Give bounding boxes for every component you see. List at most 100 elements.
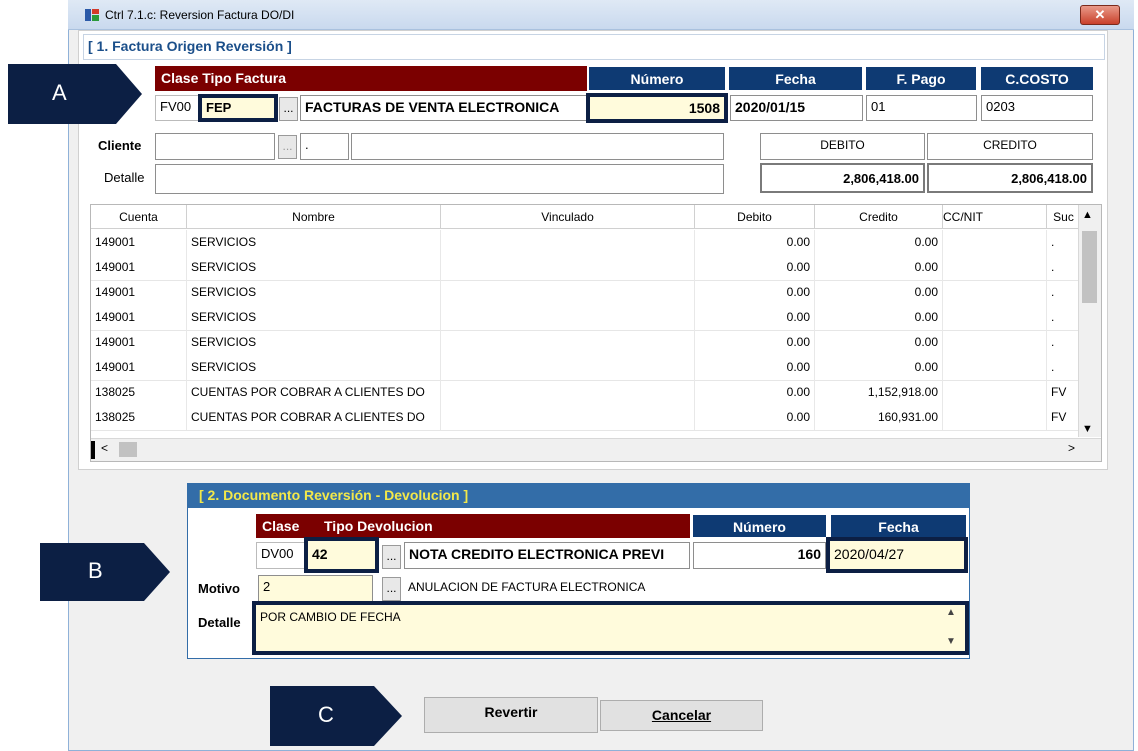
- cell-debito: 0.00: [695, 280, 815, 305]
- window-title: Ctrl 7.1.c: Reversion Factura DO/DI: [105, 8, 295, 22]
- cell-nombre: SERVICIOS: [187, 330, 441, 355]
- tipo-devolucion-field[interactable]: 42: [304, 537, 379, 573]
- cell-cuenta: 149001: [91, 230, 187, 255]
- cell-ccnit: [943, 255, 1047, 280]
- cell-cuenta: 149001: [91, 255, 187, 280]
- column-header-vinculado[interactable]: Vinculado: [441, 205, 695, 229]
- credito-label: CREDITO: [927, 133, 1093, 160]
- cell-vinculado: [441, 330, 695, 355]
- cell-ccnit: [943, 305, 1047, 330]
- cell-nombre: CUENTAS POR COBRAR A CLIENTES DO: [187, 405, 441, 430]
- cell-credito: 0.00: [815, 355, 943, 380]
- column-header-cc-nit[interactable]: CC/NIT: [943, 205, 1047, 229]
- motivo-field[interactable]: 2: [258, 575, 373, 602]
- f-pago-field[interactable]: 01: [866, 95, 977, 121]
- textarea-scroll-down-icon[interactable]: ▼: [946, 636, 956, 647]
- detalle-devolucion-textarea[interactable]: POR CAMBIO DE FECHA: [252, 601, 969, 655]
- cell-credito: 0.00: [815, 305, 943, 330]
- cell-ccnit: [943, 230, 1047, 255]
- cell-suc: .: [1047, 255, 1081, 280]
- cell-debito: 0.00: [695, 255, 815, 280]
- column-header-suc[interactable]: Suc: [1047, 205, 1081, 229]
- callout-c-label: C: [318, 702, 334, 727]
- table-row[interactable]: 138025 CUENTAS POR COBRAR A CLIENTES DO 0.…: [91, 380, 1081, 406]
- column-header-credito[interactable]: Credito: [815, 205, 943, 229]
- column-header-debito[interactable]: Debito: [695, 205, 815, 229]
- numero-devolucion-field[interactable]: 160: [693, 542, 826, 569]
- table-row[interactable]: 149001 SERVICIOS 0.00 0.00.: [91, 305, 1081, 331]
- cell-ccnit: [943, 280, 1047, 305]
- cell-credito: 1,152,918.00: [815, 380, 943, 405]
- cell-vinculado: [441, 380, 695, 405]
- cell-suc: .: [1047, 355, 1081, 380]
- tipo-factura-lookup-button[interactable]: ...: [279, 97, 298, 121]
- cliente-lookup-button[interactable]: ...: [278, 135, 297, 159]
- header-clase-tipo-factura: Clase Tipo Factura: [155, 66, 587, 91]
- header-clase-devolucion: Clase: [256, 514, 316, 538]
- cell-nombre: SERVICIOS: [187, 280, 441, 305]
- cell-nombre: CUENTAS POR COBRAR A CLIENTES DO: [187, 380, 441, 405]
- cell-nombre: SERVICIOS: [187, 255, 441, 280]
- table-row[interactable]: 149001 SERVICIOS 0.00 0.00.: [91, 255, 1081, 281]
- tipo-devolucion-lookup-button[interactable]: ...: [382, 545, 401, 569]
- table-row[interactable]: 149001 SERVICIOS 0.00 0.00.: [91, 355, 1081, 381]
- cell-debito: 0.00: [695, 380, 815, 405]
- textarea-scroll-up-icon[interactable]: ▲: [946, 607, 956, 618]
- cell-suc: .: [1047, 230, 1081, 255]
- column-header-cuenta[interactable]: Cuenta: [91, 205, 187, 229]
- cell-cuenta: 149001: [91, 280, 187, 305]
- fecha-factura-field[interactable]: 2020/01/15: [730, 95, 863, 121]
- column-header-nombre[interactable]: Nombre: [187, 205, 441, 229]
- scroll-up-icon[interactable]: ▲: [1082, 209, 1093, 221]
- cell-ccnit: [943, 405, 1047, 430]
- cell-nombre: SERVICIOS: [187, 305, 441, 330]
- cell-debito: 0.00: [695, 405, 815, 430]
- tipo-factura-field[interactable]: FEP: [198, 94, 278, 122]
- cell-suc: .: [1047, 330, 1081, 355]
- cliente-extra-field[interactable]: .: [300, 133, 349, 160]
- cell-suc: .: [1047, 280, 1081, 305]
- detalle-label: Detalle: [104, 170, 145, 185]
- scroll-thumb[interactable]: [1082, 231, 1097, 303]
- cliente-code-field[interactable]: [155, 133, 275, 160]
- callout-a-arrow: [8, 64, 142, 124]
- scroll-down-icon[interactable]: ▼: [1082, 423, 1093, 435]
- cell-vinculado: [441, 355, 695, 380]
- cell-vinculado: [441, 280, 695, 305]
- motivo-lookup-button[interactable]: ...: [382, 577, 401, 601]
- table-row[interactable]: 138025 CUENTAS POR COBRAR A CLIENTES DO 0.…: [91, 405, 1081, 431]
- scroll-right-icon[interactable]: >: [1068, 441, 1075, 455]
- cell-credito: 160,931.00: [815, 405, 943, 430]
- table-row[interactable]: 149001 SERVICIOS 0.00 0.00.: [91, 280, 1081, 306]
- hscroll-thumb[interactable]: [119, 442, 137, 457]
- callout-c-arrow: [270, 686, 402, 746]
- numero-factura-field[interactable]: 1508: [586, 93, 728, 123]
- debito-total: 2,806,418.00: [760, 163, 925, 193]
- cell-cuenta: 149001: [91, 355, 187, 380]
- cell-vinculado: [441, 255, 695, 280]
- clase-devolucion-field[interactable]: DV00: [256, 542, 306, 569]
- tipo-devolucion-nombre: NOTA CREDITO ELECTRONICA PREVI: [404, 542, 690, 569]
- callout-b-arrow: [40, 543, 170, 601]
- table-row[interactable]: 149001 SERVICIOS 0.00 0.00.: [91, 230, 1081, 256]
- detalle-field[interactable]: [155, 164, 724, 194]
- cliente-nombre-field[interactable]: [351, 133, 724, 160]
- cell-suc: FV: [1047, 380, 1081, 405]
- header-c-costo: C.COSTO: [980, 66, 1094, 91]
- c-costo-field[interactable]: 0203: [981, 95, 1093, 121]
- vertical-scrollbar[interactable]: ▲ ▼: [1078, 205, 1101, 437]
- cell-debito: 0.00: [695, 305, 815, 330]
- horizontal-scrollbar[interactable]: < >: [91, 438, 1101, 461]
- scroll-left-icon[interactable]: <: [101, 441, 108, 455]
- revertir-button[interactable]: Revertir: [424, 697, 598, 733]
- accounts-grid[interactable]: Cuenta Nombre Vinculado Debito Credito C…: [90, 204, 1102, 462]
- table-row[interactable]: 149001 SERVICIOS 0.00 0.00.: [91, 330, 1081, 356]
- app-icon: [85, 9, 99, 21]
- close-button[interactable]: ✕: [1080, 5, 1120, 25]
- clase-field[interactable]: FV00: [155, 95, 200, 121]
- cancelar-button[interactable]: Cancelar: [600, 700, 763, 731]
- cell-debito: 0.00: [695, 230, 815, 255]
- fecha-devolucion-field[interactable]: 2020/04/27: [826, 537, 968, 573]
- cell-debito: 0.00: [695, 330, 815, 355]
- callout-b-label: B: [88, 558, 103, 583]
